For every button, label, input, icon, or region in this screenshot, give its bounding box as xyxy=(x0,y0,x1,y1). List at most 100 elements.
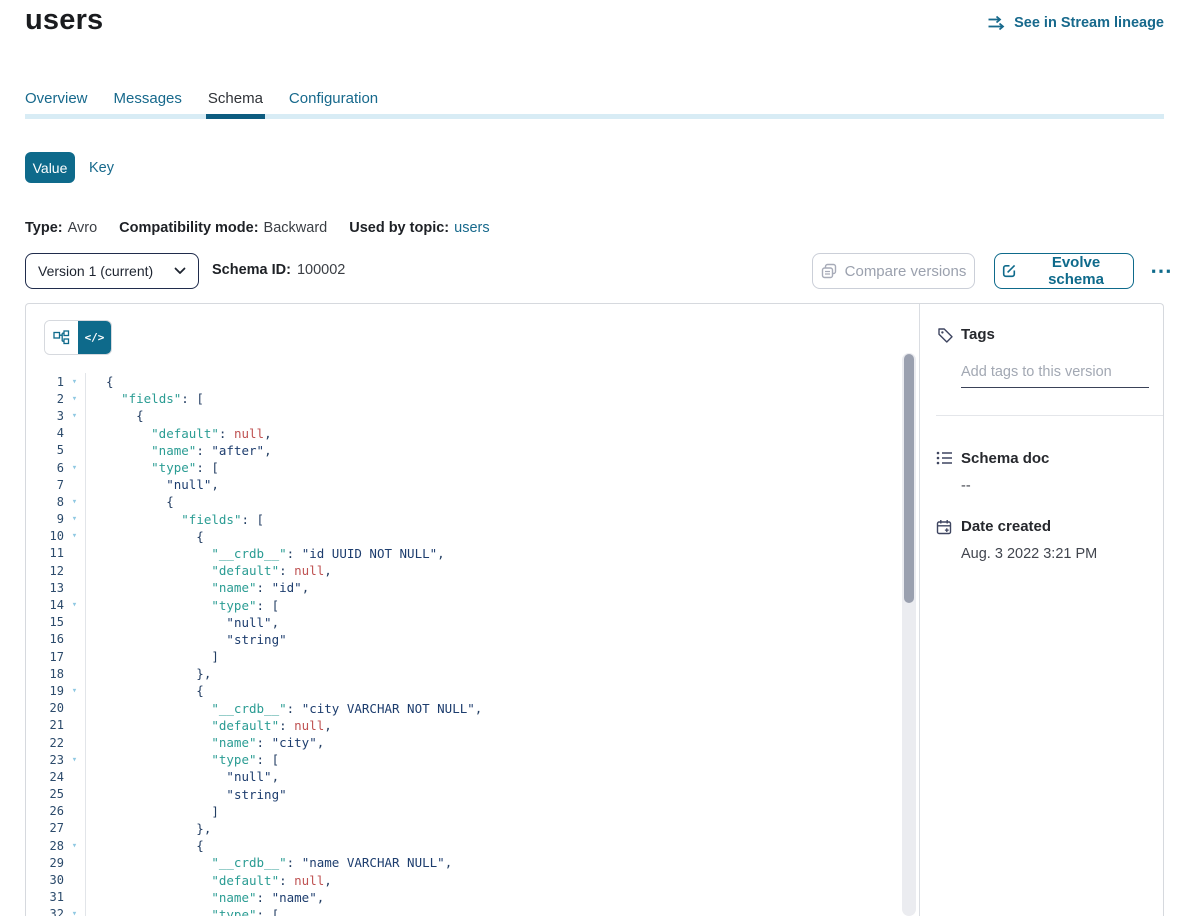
code-line: 5 "name": "after", xyxy=(26,442,899,459)
line-number: 3 xyxy=(26,409,64,423)
code-text: "null", xyxy=(85,476,219,493)
code-text: "fields": [ xyxy=(85,390,204,407)
code-text: }, xyxy=(85,665,211,682)
code-line: 14▾ "type": [ xyxy=(26,596,899,613)
fold-toggle-icon[interactable]: ▾ xyxy=(64,411,85,421)
fold-toggle-icon[interactable]: ▾ xyxy=(64,909,85,916)
fold-toggle-icon[interactable]: ▾ xyxy=(64,686,85,696)
more-actions-button[interactable]: ⋯ xyxy=(1144,250,1178,290)
code-line: 3▾ { xyxy=(26,407,899,424)
line-number: 25 xyxy=(26,787,64,801)
code-text: "type": [ xyxy=(85,459,219,476)
code-text: ] xyxy=(85,803,219,820)
code-line: 6▾ "type": [ xyxy=(26,459,899,476)
code-text: "name": "name", xyxy=(85,889,324,906)
fold-toggle-icon[interactable]: ▾ xyxy=(64,377,85,387)
fold-toggle-icon[interactable]: ▾ xyxy=(64,463,85,473)
schema-doc-heading: Schema doc xyxy=(961,450,1049,467)
line-number: 10 xyxy=(26,529,64,543)
schema-meta-row: Type:Avro Compatibility mode:Backward Us… xyxy=(25,220,490,236)
line-number: 30 xyxy=(26,873,64,887)
fold-toggle-icon[interactable]: ▾ xyxy=(64,841,85,851)
code-line: 31 "name": "name", xyxy=(26,889,899,906)
editor-scrollbar[interactable] xyxy=(902,353,916,916)
line-number: 31 xyxy=(26,890,64,904)
code-text: { xyxy=(85,407,144,424)
fold-toggle-icon[interactable]: ▾ xyxy=(64,600,85,610)
code-line: 2▾ "fields": [ xyxy=(26,390,899,407)
code-line: 29 "__crdb__": "name VARCHAR NULL", xyxy=(26,854,899,871)
code-line: 10▾ { xyxy=(26,528,899,545)
line-number: 28 xyxy=(26,839,64,853)
line-number: 12 xyxy=(26,564,64,578)
sidebar-divider xyxy=(936,415,1163,416)
version-select-value: Version 1 (current) xyxy=(38,263,174,279)
fold-toggle-icon[interactable]: ▾ xyxy=(64,531,85,541)
code-line: 15 "null", xyxy=(26,614,899,631)
code-line: 17 ] xyxy=(26,648,899,665)
code-text: { xyxy=(85,373,114,390)
fold-toggle-icon[interactable]: ▾ xyxy=(64,497,85,507)
code-line: 18 }, xyxy=(26,665,899,682)
code-text: "string" xyxy=(85,786,287,803)
code-line: 21 "default": null, xyxy=(26,717,899,734)
code-line: 24 "null", xyxy=(26,768,899,785)
stream-lineage-link[interactable]: See in Stream lineage xyxy=(987,15,1164,31)
code-view-button[interactable]: </> xyxy=(78,321,111,354)
line-number: 6 xyxy=(26,461,64,475)
edit-schema-icon xyxy=(1001,263,1017,279)
code-text: "name": "city", xyxy=(85,734,324,751)
line-number: 19 xyxy=(26,684,64,698)
code-line: 23▾ "type": [ xyxy=(26,751,899,768)
tag-icon xyxy=(937,327,954,349)
topic-link[interactable]: users xyxy=(454,220,489,236)
line-number: 8 xyxy=(26,495,64,509)
code-view-icon: </> xyxy=(85,331,105,344)
code-text: "name": "id", xyxy=(85,579,309,596)
tab-messages[interactable]: Messages xyxy=(114,90,182,107)
line-number: 32 xyxy=(26,907,64,916)
compatibility-label: Compatibility mode: xyxy=(119,220,258,236)
schema-doc-value: -- xyxy=(961,478,971,494)
scrollbar-thumb[interactable] xyxy=(904,354,914,603)
version-select[interactable]: Version 1 (current) xyxy=(25,253,199,289)
tags-input[interactable] xyxy=(961,359,1149,388)
line-number: 11 xyxy=(26,546,64,560)
line-number: 22 xyxy=(26,736,64,750)
compare-versions-button[interactable]: Compare versions xyxy=(812,253,975,289)
stream-lineage-icon xyxy=(987,15,1006,31)
value-toggle-button[interactable]: Value xyxy=(25,152,75,183)
schema-panel: </> 1▾{2▾ "fields": [3▾ {4 "default": nu… xyxy=(25,303,1164,916)
tab-configuration[interactable]: Configuration xyxy=(289,90,378,107)
code-line: 27 }, xyxy=(26,820,899,837)
fold-toggle-icon[interactable]: ▾ xyxy=(64,394,85,404)
code-lines: 1▾{2▾ "fields": [3▾ {4 "default": null,5… xyxy=(26,373,899,916)
line-number: 15 xyxy=(26,615,64,629)
tab-schema[interactable]: Schema xyxy=(208,90,263,107)
code-text: "__crdb__": "city VARCHAR NOT NULL", xyxy=(85,700,482,717)
line-number: 14 xyxy=(26,598,64,612)
line-number: 26 xyxy=(26,804,64,818)
tags-heading: Tags xyxy=(961,326,995,343)
code-text: "null", xyxy=(85,768,279,785)
tree-view-button[interactable] xyxy=(45,321,78,354)
fold-toggle-icon[interactable]: ▾ xyxy=(64,514,85,524)
line-number: 9 xyxy=(26,512,64,526)
line-number: 23 xyxy=(26,753,64,767)
key-toggle-button[interactable]: Key xyxy=(89,160,114,176)
fold-toggle-icon[interactable]: ▾ xyxy=(64,755,85,765)
code-text: "__crdb__": "id UUID NOT NULL", xyxy=(85,545,445,562)
tab-overview[interactable]: Overview xyxy=(25,90,88,107)
code-text: "type": [ xyxy=(85,906,279,916)
code-text: "name": "after", xyxy=(85,442,272,459)
line-number: 1 xyxy=(26,375,64,389)
line-number: 5 xyxy=(26,443,64,457)
code-line: 25 "string" xyxy=(26,786,899,803)
evolve-schema-button[interactable]: Evolve schema xyxy=(994,253,1134,289)
date-created-heading: Date created xyxy=(961,518,1051,535)
schema-doc-icon xyxy=(936,451,954,470)
schema-id-value: 100002 xyxy=(297,262,345,278)
schema-id: Schema ID:100002 xyxy=(212,262,345,278)
date-created-value: Aug. 3 2022 3:21 PM xyxy=(961,546,1097,562)
code-line: 11 "__crdb__": "id UUID NOT NULL", xyxy=(26,545,899,562)
